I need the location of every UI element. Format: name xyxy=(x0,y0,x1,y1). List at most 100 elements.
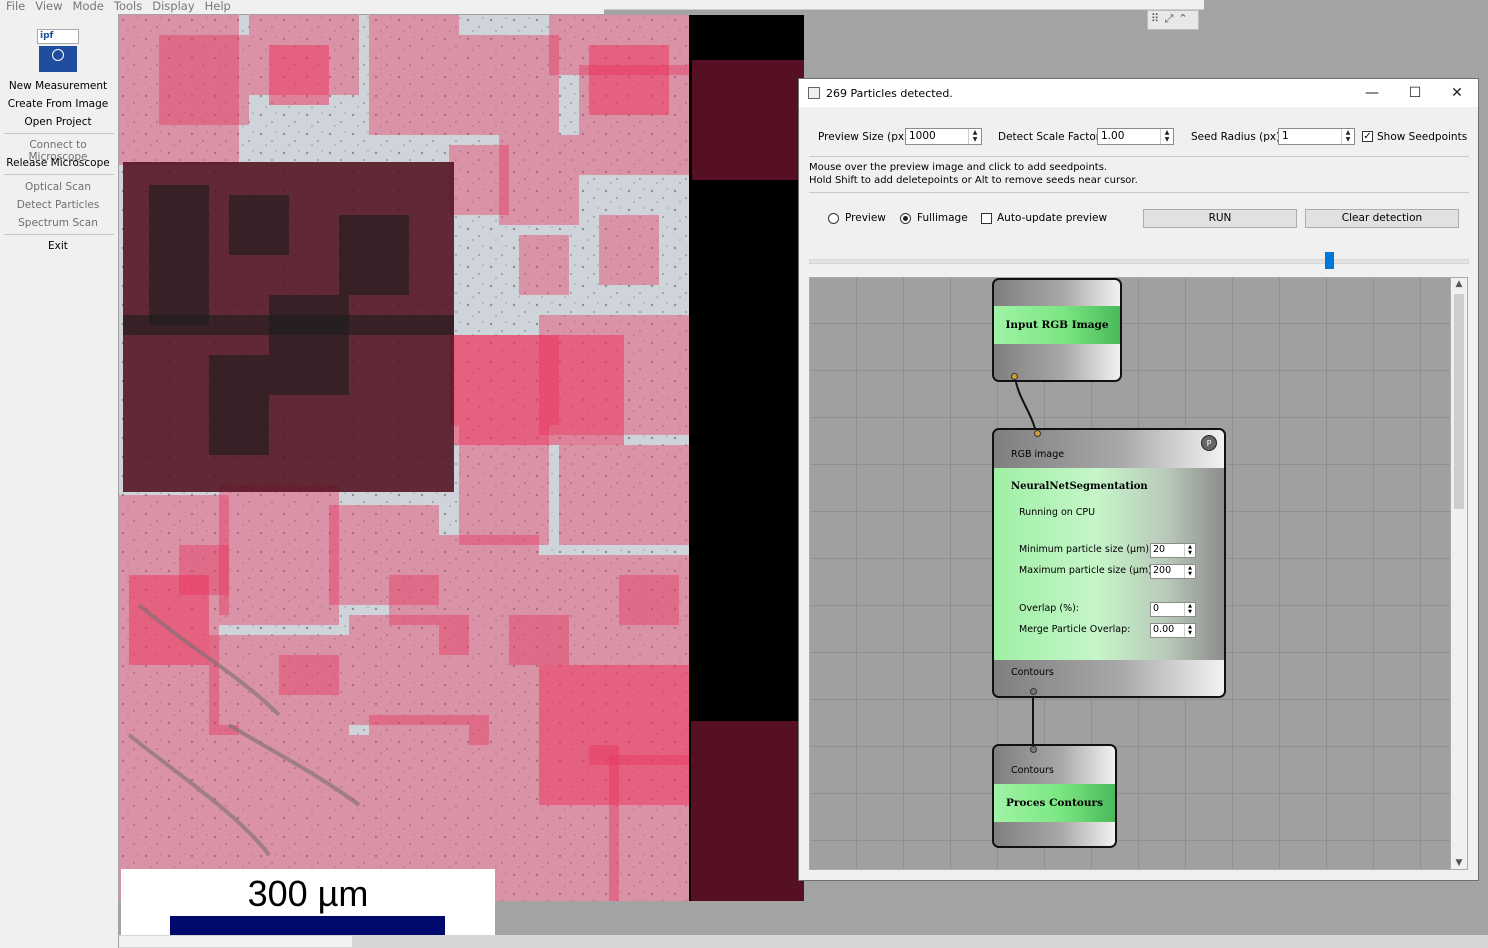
output-port[interactable] xyxy=(1030,688,1037,695)
min-size-spinbox[interactable]: 20 ▲ ▼ xyxy=(1150,543,1196,558)
overlap-label: Overlap (%): xyxy=(1019,603,1080,614)
preview-size-spinbox[interactable]: 1000 ▲ ▼ xyxy=(905,128,982,145)
detect-scale-label: Detect Scale Factor: xyxy=(998,131,1104,143)
process-contours-node[interactable]: Contours Proces Contours xyxy=(992,744,1117,848)
rgb-image-input-label: RGB image xyxy=(1011,449,1065,460)
node-title: NeuralNetSegmentation xyxy=(1011,481,1148,492)
menu-view[interactable]: View xyxy=(29,0,66,12)
ipf-logo: ipf xyxy=(37,29,79,44)
info-text-line1: Mouse over the preview image and click t… xyxy=(809,162,1108,173)
spin-arrows-icon[interactable]: ▲ ▼ xyxy=(1184,603,1195,616)
minimize-icon[interactable]: — xyxy=(1352,82,1392,104)
menu-help[interactable]: Help xyxy=(199,0,235,12)
menu-file[interactable]: File xyxy=(0,0,29,12)
release-microscope-button[interactable]: Release Microscope xyxy=(0,157,116,169)
scroll-up-icon[interactable]: ▲ xyxy=(1451,279,1467,289)
show-seedpoints-label[interactable]: Show Seedpoints xyxy=(1377,131,1467,143)
sidebar-divider xyxy=(4,133,114,134)
scrollbar-thumb[interactable] xyxy=(1454,294,1464,509)
horizontal-scrollbar[interactable] xyxy=(119,935,1488,948)
close-icon[interactable]: ✕ xyxy=(1437,82,1477,104)
vertical-scrollbar[interactable]: ▲ ▼ xyxy=(1451,277,1468,870)
menu-mode[interactable]: Mode xyxy=(67,0,108,12)
spin-arrows-icon[interactable]: ▲ ▼ xyxy=(1160,129,1173,144)
sidebar-divider xyxy=(4,234,114,235)
input-port[interactable] xyxy=(1030,746,1037,753)
optical-scan-button[interactable]: Optical Scan xyxy=(0,181,116,193)
spin-arrows-icon[interactable]: ▲ ▼ xyxy=(1341,129,1354,144)
spin-arrows-icon[interactable]: ▲ ▼ xyxy=(968,129,981,144)
fullimage-radio[interactable] xyxy=(900,213,911,224)
node-editor-canvas[interactable]: Input RGB Image RGB image P NeuralNetSeg… xyxy=(809,277,1451,870)
show-seedpoints-checkbox[interactable]: ✓ xyxy=(1362,131,1373,142)
node-footer xyxy=(994,660,1224,696)
mini-toolbar: ⠿ ⤢ ⌃ xyxy=(1147,10,1199,30)
seed-radius-label: Seed Radius (px): xyxy=(1191,131,1284,143)
run-button[interactable]: RUN xyxy=(1143,209,1297,228)
particle-detection-dialog: 269 Particles detected. — ☐ ✕ Preview Si… xyxy=(798,78,1479,881)
chevron-up-icon[interactable]: ⌃ xyxy=(1176,11,1190,27)
slider-handle[interactable] xyxy=(1324,252,1334,269)
new-measurement-button[interactable]: New Measurement xyxy=(0,80,116,92)
menu-tools[interactable]: Tools xyxy=(108,0,146,12)
node-header xyxy=(994,280,1120,306)
max-size-spinbox[interactable]: 200 ▲ ▼ xyxy=(1150,564,1196,579)
preview-radio[interactable] xyxy=(828,213,839,224)
merge-overlap-spinbox[interactable]: 0.00 ▲ ▼ xyxy=(1150,623,1196,638)
window-icon xyxy=(808,87,820,99)
spectrum-scan-button[interactable]: Spectrum Scan xyxy=(0,217,116,229)
dialog-title: 269 Particles detected. xyxy=(826,87,953,100)
seed-radius-spinbox[interactable]: 1 ▲ ▼ xyxy=(1278,128,1355,145)
clear-detection-button[interactable]: Clear detection xyxy=(1305,209,1459,228)
particle-overlay[interactable] xyxy=(119,15,804,901)
threshold-slider[interactable] xyxy=(809,259,1469,264)
contours-input-label: Contours xyxy=(1011,765,1054,776)
open-project-button[interactable]: Open Project xyxy=(0,116,116,128)
node-footer xyxy=(994,822,1115,846)
university-logo xyxy=(39,46,77,72)
fullimage-radio-label[interactable]: Fullimage xyxy=(917,212,968,224)
maximize-icon[interactable]: ☐ xyxy=(1395,82,1435,104)
spin-arrows-icon[interactable]: ▲ ▼ xyxy=(1184,624,1195,637)
spin-arrows-icon[interactable]: ▲ ▼ xyxy=(1184,565,1195,578)
menu-bar: File View Mode Tools Display Help xyxy=(0,0,604,14)
sidebar: ipf New Measurement Create From Image Op… xyxy=(0,14,118,948)
neuralnet-segmentation-node[interactable]: RGB image P NeuralNetSegmentation Runnin… xyxy=(992,428,1226,698)
auto-update-checkbox[interactable] xyxy=(981,213,992,224)
info-text-line2: Hold Shift to add deletepoints or Alt to… xyxy=(809,175,1138,186)
output-port[interactable] xyxy=(1011,373,1018,380)
scale-bar: 300 µm xyxy=(121,869,495,943)
merge-overlap-label: Merge Particle Overlap: xyxy=(1019,624,1131,635)
grid-icon[interactable]: ⠿ xyxy=(1148,11,1162,27)
parameter-badge-icon[interactable]: P xyxy=(1201,435,1217,451)
input-rgb-image-node[interactable]: Input RGB Image xyxy=(992,278,1122,382)
detect-scale-spinbox[interactable]: 1.00 ▲ ▼ xyxy=(1097,128,1174,145)
node-title: Proces Contours xyxy=(994,784,1115,822)
node-title: Input RGB Image xyxy=(994,306,1120,344)
auto-update-label[interactable]: Auto-update preview xyxy=(997,212,1107,224)
scroll-down-icon[interactable]: ▼ xyxy=(1451,858,1467,868)
connection-wire xyxy=(1014,376,1037,434)
max-size-label: Maximum particle size (µm): xyxy=(1019,565,1156,576)
sidebar-divider xyxy=(4,174,114,175)
exit-button[interactable]: Exit xyxy=(0,240,116,252)
status-text: Running on CPU xyxy=(1019,507,1096,518)
min-size-label: Minimum particle size (µm): xyxy=(1019,544,1153,555)
expand-icon[interactable]: ⤢ xyxy=(1162,11,1176,27)
create-from-image-button[interactable]: Create From Image xyxy=(0,98,116,110)
divider xyxy=(809,156,1469,157)
menu-display[interactable]: Display xyxy=(146,0,198,12)
input-port[interactable] xyxy=(1034,430,1041,437)
toolbar-strip xyxy=(604,0,1204,10)
overlap-spinbox[interactable]: 0 ▲ ▼ xyxy=(1150,602,1196,617)
detect-particles-button[interactable]: Detect Particles xyxy=(0,199,116,211)
seal-icon xyxy=(52,49,64,61)
spin-arrows-icon[interactable]: ▲ ▼ xyxy=(1184,544,1195,557)
contours-output-label: Contours xyxy=(1011,667,1054,678)
divider xyxy=(809,192,1469,193)
scrollbar-thumb[interactable] xyxy=(119,936,352,947)
scale-bar-label: 300 µm xyxy=(247,873,369,914)
dialog-titlebar: 269 Particles detected. — ☐ ✕ xyxy=(799,79,1478,107)
sample-image-view[interactable] xyxy=(119,15,804,901)
preview-radio-label[interactable]: Preview xyxy=(845,212,886,224)
